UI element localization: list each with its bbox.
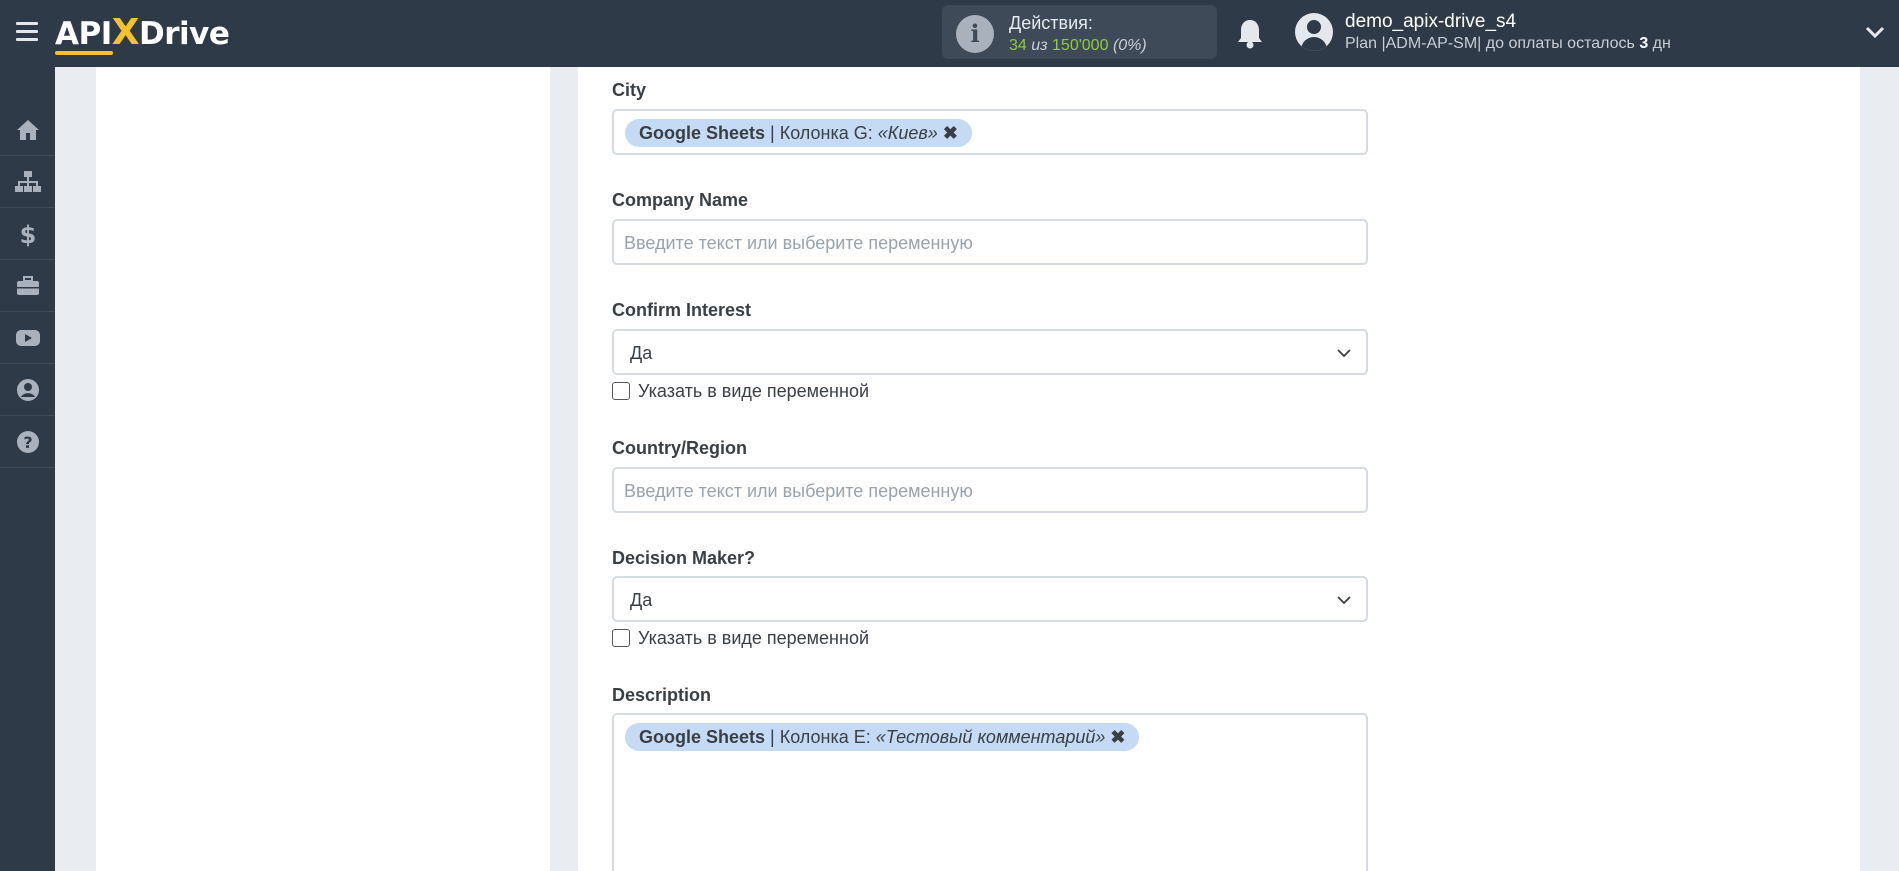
country-region-field[interactable]: Введите текст или выберите переменную: [612, 467, 1368, 513]
actions-value: 34 из 150'000 (0%): [1009, 37, 1147, 54]
home-icon: [16, 119, 39, 140]
chevron-down-icon[interactable]: [1864, 22, 1886, 42]
left-panel: [96, 67, 550, 871]
info-icon: i: [956, 15, 994, 53]
checkbox-label: Указать в виде переменной: [638, 380, 870, 401]
country-region-label: Country/Region: [612, 438, 747, 458]
city-variable-tag: Google Sheets | Колонка G: «Киев» ✖: [625, 119, 972, 147]
actions-label: Действия:: [1009, 13, 1093, 33]
sidebar-item-home[interactable]: [0, 104, 55, 156]
sidebar-item-account[interactable]: [0, 364, 55, 416]
sidebar-item-connections[interactable]: [0, 156, 55, 208]
svg-text:$: $: [19, 221, 36, 248]
decision-maker-label: Decision Maker?: [612, 548, 756, 568]
description-variable-tag: Google Sheets | Колонка E: «Тестовый ком…: [625, 723, 1140, 751]
sidebar-item-billing[interactable]: $: [0, 208, 55, 260]
sidebar: $ ?: [0, 67, 55, 871]
user-avatar-icon[interactable]: [1295, 13, 1333, 51]
checkbox[interactable]: [612, 629, 630, 647]
confirm-interest-label: Confirm Interest: [612, 300, 752, 320]
svg-text:?: ?: [23, 433, 32, 452]
city-label: City: [612, 80, 647, 100]
city-field[interactable]: Google Sheets | Колонка G: «Киев» ✖: [612, 109, 1368, 155]
checkbox[interactable]: [612, 382, 630, 400]
question-icon: ?: [16, 430, 39, 453]
company-name-placeholder: Введите текст или выберите переменную: [624, 233, 973, 253]
sidebar-item-video[interactable]: [0, 312, 55, 364]
youtube-icon: [15, 329, 40, 346]
remove-tag-icon[interactable]: ✖: [943, 119, 958, 147]
briefcase-icon: [16, 275, 39, 295]
apixdrive-logo[interactable]: APIXDrive: [55, 11, 230, 55]
description-field[interactable]: Google Sheets | Колонка E: «Тестовый ком…: [612, 713, 1368, 871]
confirm-interest-select[interactable]: Да: [612, 329, 1368, 375]
confirm-interest-variable-toggle[interactable]: Указать в виде переменной: [612, 380, 869, 402]
decision-maker-select[interactable]: Да: [612, 576, 1368, 622]
chevron-down-icon: [1337, 349, 1351, 358]
decision-maker-value: Да: [630, 590, 653, 610]
company-name-label: Company Name: [612, 190, 749, 210]
remove-tag-icon[interactable]: ✖: [1110, 723, 1125, 751]
menu-burger-icon[interactable]: [16, 22, 38, 42]
chevron-down-icon: [1337, 596, 1351, 605]
checkbox-label: Указать в виде переменной: [638, 627, 870, 648]
user-name[interactable]: demo_apix-drive_s4: [1345, 11, 1516, 33]
actions-counter[interactable]: i Действия: 34 из 150'000 (0%): [942, 5, 1217, 59]
sitemap-icon: [14, 170, 41, 192]
company-name-field[interactable]: Введите текст или выберите переменную: [612, 219, 1368, 265]
description-label: Description: [612, 685, 712, 705]
country-region-placeholder: Введите текст или выберите переменную: [624, 481, 973, 501]
user-circle-icon: [16, 378, 39, 401]
top-header: APIXDrive i Действия: 34 из 150'000 (0%)…: [0, 0, 1899, 67]
decision-maker-variable-toggle[interactable]: Указать в виде переменной: [612, 627, 869, 649]
confirm-interest-value: Да: [630, 343, 653, 363]
user-plan: Plan |ADM-AP-SM| до оплаты осталось 3 дн: [1345, 35, 1671, 52]
sidebar-item-services[interactable]: [0, 260, 55, 312]
sidebar-item-help[interactable]: ?: [0, 416, 55, 468]
bell-icon[interactable]: [1235, 17, 1265, 49]
dollar-icon: $: [19, 221, 36, 248]
